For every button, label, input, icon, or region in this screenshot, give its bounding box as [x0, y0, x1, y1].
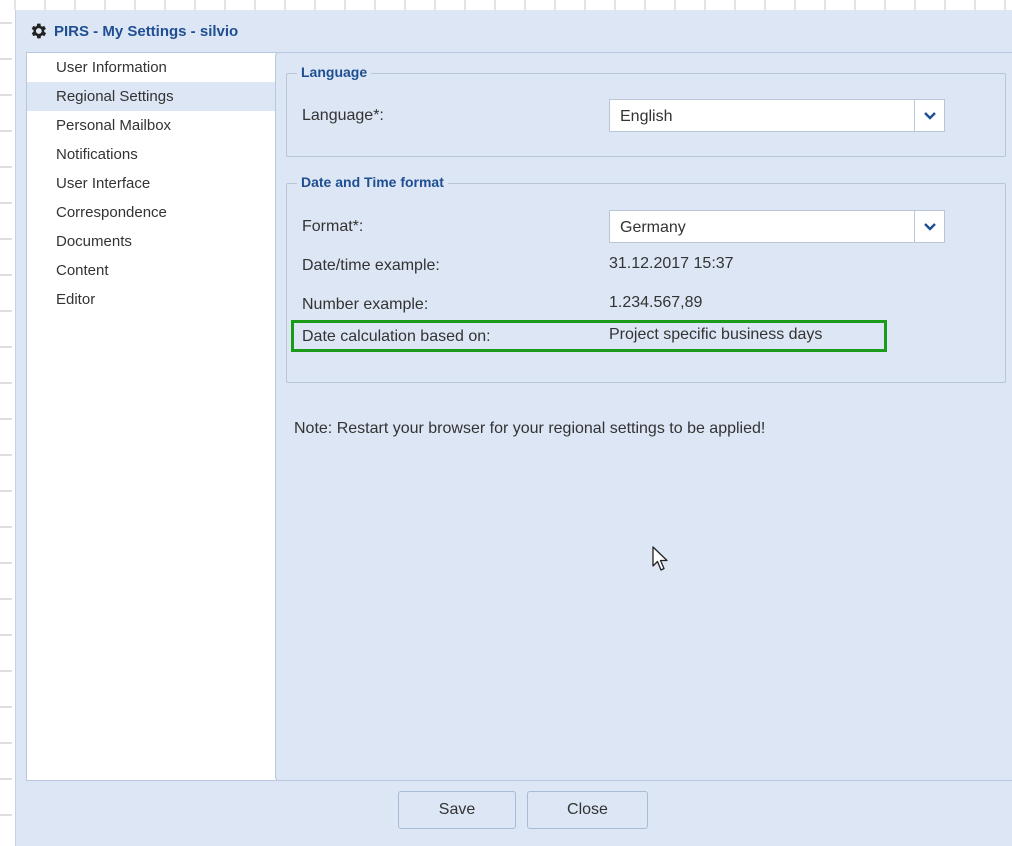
date-example-value: 31.12.2017 15:37 [609, 255, 734, 272]
chevron-down-icon[interactable] [914, 211, 944, 242]
close-button[interactable]: Close [527, 791, 648, 829]
number-example-label: Number example: [302, 296, 429, 313]
settings-content-panel: Language Language*: English Date and Tim… [275, 52, 1012, 781]
sidebar-item-user-interface[interactable]: User Interface [27, 169, 276, 198]
window-title: PIRS - My Settings - silvio [54, 22, 239, 40]
language-fieldset: Language Language*: English [286, 64, 1006, 157]
number-example-value: 1.234.567,89 [609, 294, 703, 311]
format-select[interactable]: Germany [609, 210, 945, 243]
save-button[interactable]: Save [398, 791, 516, 829]
date-calc-label: Date calculation based on: [302, 328, 491, 345]
sidebar-item-personal-mailbox[interactable]: Personal Mailbox [27, 111, 276, 140]
language-select-value: English [620, 108, 673, 125]
date-calc-value: Project specific business days [609, 326, 823, 343]
language-select[interactable]: English [609, 99, 945, 132]
language-label: Language*: [302, 107, 384, 124]
sidebar-item-documents[interactable]: Documents [27, 227, 276, 256]
background-dashes-left [0, 0, 12, 846]
gear-icon [28, 21, 48, 41]
sidebar-item-notifications[interactable]: Notifications [27, 140, 276, 169]
mouse-cursor-icon [652, 546, 670, 577]
datetime-legend: Date and Time format [297, 174, 448, 190]
sidebar-item-user-information[interactable]: User Information [27, 53, 276, 82]
format-label: Format*: [302, 218, 364, 235]
window-titlebar: PIRS - My Settings - silvio [16, 10, 1012, 52]
settings-window: PIRS - My Settings - silvio User Informa… [15, 10, 1012, 846]
settings-sidebar: User Information Regional Settings Perso… [26, 52, 277, 781]
chevron-down-icon[interactable] [914, 100, 944, 131]
background-dashes [0, 0, 1012, 10]
sidebar-item-regional-settings[interactable]: Regional Settings [27, 82, 276, 111]
date-example-label: Date/time example: [302, 257, 440, 274]
format-select-value: Germany [620, 219, 686, 236]
sidebar-item-content[interactable]: Content [27, 256, 276, 285]
language-legend: Language [297, 64, 372, 80]
sidebar-item-editor[interactable]: Editor [27, 285, 276, 314]
datetime-fieldset: Date and Time format Format*: Germany Da… [286, 174, 1006, 383]
restart-note: Note: Restart your browser for your regi… [294, 420, 766, 437]
sidebar-item-correspondence[interactable]: Correspondence [27, 198, 276, 227]
